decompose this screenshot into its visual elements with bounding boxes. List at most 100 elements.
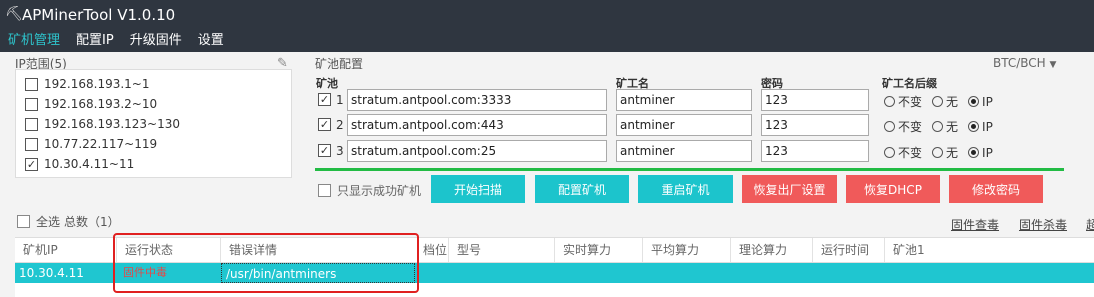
start-scan-button[interactable]: 开始扫描 xyxy=(431,175,525,203)
chevron-down-icon: ▼ xyxy=(1049,60,1057,70)
column-header[interactable]: 平均算力 xyxy=(643,238,731,262)
checkbox-checked[interactable]: ✓ xyxy=(25,157,38,171)
column-header[interactable]: 档位 xyxy=(415,238,449,262)
checkbox[interactable] xyxy=(25,117,38,131)
pool-checkbox[interactable]: ✓ xyxy=(318,93,331,106)
column-header[interactable]: 理论算力 xyxy=(731,238,813,262)
select-all-checkbox[interactable] xyxy=(17,215,30,228)
radio-label: IP xyxy=(982,145,993,160)
radio-ip[interactable]: IP xyxy=(968,118,993,135)
configure-miner-button[interactable]: 配置矿机 xyxy=(535,175,629,203)
title-bar: ⛏ APMinerTool V1.0.10 矿机管理 配置IP 升级固件 设置 xyxy=(0,0,1094,52)
ip-range-item[interactable]: 10.77.22.117~119 xyxy=(16,134,291,154)
firmware-scan-link[interactable]: 固件查毒 xyxy=(951,216,999,233)
radio-dot-selected xyxy=(968,147,980,158)
checkbox[interactable] xyxy=(25,137,38,151)
success-only-toggle[interactable]: 只显示成功矿机 xyxy=(318,182,421,199)
column-header[interactable]: 矿机IP xyxy=(15,238,117,262)
radio-unchanged[interactable]: 不变 xyxy=(884,144,922,161)
select-all-row: 全选 总数（1） xyxy=(17,213,120,230)
column-header[interactable]: 型号 xyxy=(449,238,555,262)
radio-label: 不变 xyxy=(898,120,923,134)
suffix-radio-group: 不变 无 IP xyxy=(884,118,993,135)
pool-url-input[interactable]: stratum.antpool.com:25 xyxy=(347,140,607,162)
menu-bar: 矿机管理 配置IP 升级固件 设置 xyxy=(0,31,232,51)
radio-label: 不变 xyxy=(898,146,923,160)
miner-ip-cell: 10.30.4.11 xyxy=(19,266,84,280)
menu-config-ip[interactable]: 配置IP xyxy=(68,31,122,51)
ip-range-label: 10.30.4.11~11 xyxy=(44,157,135,171)
radio-dot-selected xyxy=(968,121,980,132)
ip-range-list: 192.168.193.1~1 192.168.193.2~10 192.168… xyxy=(15,69,292,178)
success-only-label: 只显示成功矿机 xyxy=(337,184,422,198)
radio-dot xyxy=(932,147,944,158)
radio-unchanged[interactable]: 不变 xyxy=(884,93,922,110)
ip-range-label: 192.168.193.123~130 xyxy=(44,117,181,131)
ip-range-item[interactable]: ✓ 10.30.4.11~11 xyxy=(16,154,291,174)
pool-checkbox[interactable]: ✓ xyxy=(318,144,331,157)
suffix-radio-group: 不变 无 IP xyxy=(884,144,993,161)
checkbox[interactable] xyxy=(318,184,331,197)
radio-ip[interactable]: IP xyxy=(968,144,993,161)
menu-upgrade-firmware[interactable]: 升级固件 xyxy=(122,31,190,51)
radio-label: IP xyxy=(982,94,993,109)
password-input[interactable]: 123 xyxy=(761,114,869,136)
reboot-miner-button[interactable]: 重启矿机 xyxy=(638,175,733,203)
radio-none[interactable]: 无 xyxy=(932,118,958,135)
ip-range-item[interactable]: 192.168.193.2~10 xyxy=(16,94,291,114)
select-all-label: 全选 xyxy=(36,215,61,229)
firmware-clean-link[interactable]: 固件杀毒 xyxy=(1019,216,1067,233)
total-count: 总数（1） xyxy=(64,215,120,229)
radio-ip[interactable]: IP xyxy=(968,93,993,110)
ip-range-label: 192.168.193.1~1 xyxy=(44,77,150,91)
column-header[interactable]: 实时算力 xyxy=(555,238,643,262)
pool-config-label: 矿池配置 xyxy=(315,57,364,71)
checkbox[interactable] xyxy=(25,77,38,91)
ip-range-item[interactable]: 192.168.193.123~130 xyxy=(16,114,291,134)
factory-reset-button[interactable]: 恢复出厂设置 xyxy=(742,175,837,203)
worker-input[interactable]: antminer xyxy=(616,89,752,111)
radio-dot xyxy=(932,121,944,132)
coin-selector[interactable]: BTC/BCH ▼ xyxy=(993,56,1056,70)
ip-range-label: 10.77.22.117~119 xyxy=(44,137,158,151)
radio-dot xyxy=(884,147,895,158)
radio-none[interactable]: 无 xyxy=(932,93,958,110)
highlight-box xyxy=(113,233,419,293)
pool-number: 2 xyxy=(336,118,344,132)
radio-label: 无 xyxy=(946,120,959,134)
pool-row: ✓ 2 stratum.antpool.com:443 antminer 123… xyxy=(318,114,1078,136)
ip-range-label: 192.168.193.2~10 xyxy=(44,97,158,111)
radio-none[interactable]: 无 xyxy=(932,144,958,161)
menu-settings[interactable]: 设置 xyxy=(190,31,232,51)
suffix-radio-group: 不变 无 IP xyxy=(884,93,993,110)
pool-row: ✓ 3 stratum.antpool.com:25 antminer 123 … xyxy=(318,140,1078,162)
radio-label: 不变 xyxy=(898,95,923,109)
password-input[interactable]: 123 xyxy=(761,140,869,162)
pool-number: 1 xyxy=(336,93,344,107)
radio-dot xyxy=(884,96,895,107)
worker-input[interactable]: antminer xyxy=(616,114,752,136)
pool-url-input[interactable]: stratum.antpool.com:3333 xyxy=(347,89,607,111)
coin-value: BTC/BCH xyxy=(993,56,1046,70)
worker-input[interactable]: antminer xyxy=(616,140,752,162)
radio-dot xyxy=(932,96,944,107)
more-link[interactable]: 超 xyxy=(1086,216,1094,233)
ip-range-item[interactable]: 192.168.193.1~1 xyxy=(16,74,291,94)
radio-label: IP xyxy=(982,119,993,134)
radio-unchanged[interactable]: 不变 xyxy=(884,118,922,135)
menu-miner-management[interactable]: 矿机管理 xyxy=(0,31,68,51)
restore-dhcp-button[interactable]: 恢复DHCP xyxy=(846,175,940,203)
pool-checkbox[interactable]: ✓ xyxy=(318,118,331,131)
radio-dot xyxy=(884,121,895,132)
pool-row: ✓ 1 stratum.antpool.com:3333 antminer 12… xyxy=(318,89,1078,111)
password-input[interactable]: 123 xyxy=(761,89,869,111)
window-title: APMinerTool V1.0.10 xyxy=(22,6,176,24)
change-password-button[interactable]: 修改密码 xyxy=(949,175,1043,203)
checkbox[interactable] xyxy=(25,97,38,111)
pool-number: 3 xyxy=(336,144,344,158)
pool-url-input[interactable]: stratum.antpool.com:443 xyxy=(347,114,607,136)
progress-bar xyxy=(315,168,1064,171)
column-header[interactable]: 运行时间 xyxy=(813,238,885,262)
radio-label: 无 xyxy=(946,146,959,160)
column-header[interactable]: 矿池1 xyxy=(885,238,1085,262)
